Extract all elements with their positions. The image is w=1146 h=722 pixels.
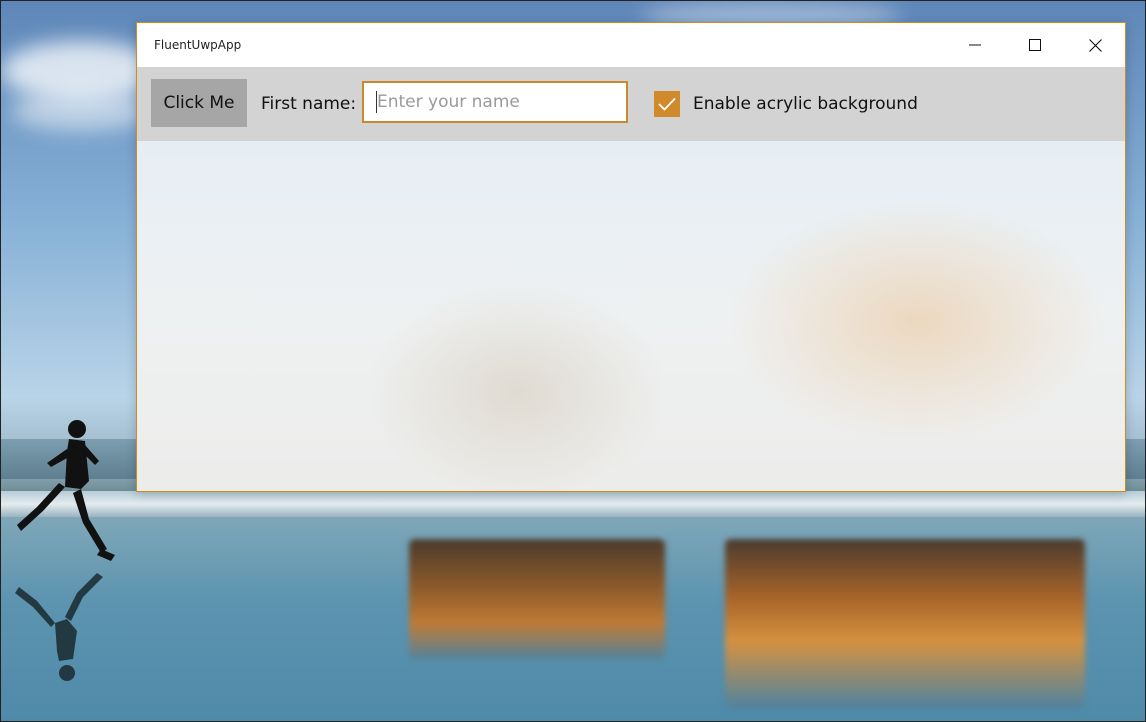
maximize-button[interactable] <box>1005 23 1065 67</box>
first-name-input[interactable]: Enter your name <box>362 81 628 123</box>
rock-reflection <box>725 539 1085 709</box>
cloud <box>11 91 151 131</box>
rock-reflection <box>409 539 665 659</box>
first-name-placeholder: Enter your name <box>377 92 520 112</box>
caption-buttons <box>945 23 1125 67</box>
app-window: FluentUwpApp Click Me First name: Enter … <box>136 22 1126 492</box>
window-title: FluentUwpApp <box>154 38 242 52</box>
runner-silhouette <box>15 420 115 681</box>
toolbar: Click Me First name: Enter your name Ena… <box>137 67 1125 141</box>
minimize-icon <box>969 44 981 46</box>
first-name-label: First name: <box>261 94 357 114</box>
click-me-button[interactable]: Click Me <box>151 79 247 127</box>
title-bar[interactable]: FluentUwpApp <box>137 23 1125 67</box>
text-caret <box>376 91 377 113</box>
surf <box>1 491 1145 517</box>
acrylic-content-area <box>137 141 1125 491</box>
checkmark-icon <box>658 97 676 111</box>
minimize-button[interactable] <box>945 23 1005 67</box>
close-button[interactable] <box>1065 23 1125 67</box>
acrylic-checkbox[interactable] <box>654 91 680 117</box>
close-icon <box>1088 38 1102 52</box>
acrylic-checkbox-label[interactable]: Enable acrylic background <box>693 67 918 141</box>
maximize-icon <box>1029 39 1041 51</box>
